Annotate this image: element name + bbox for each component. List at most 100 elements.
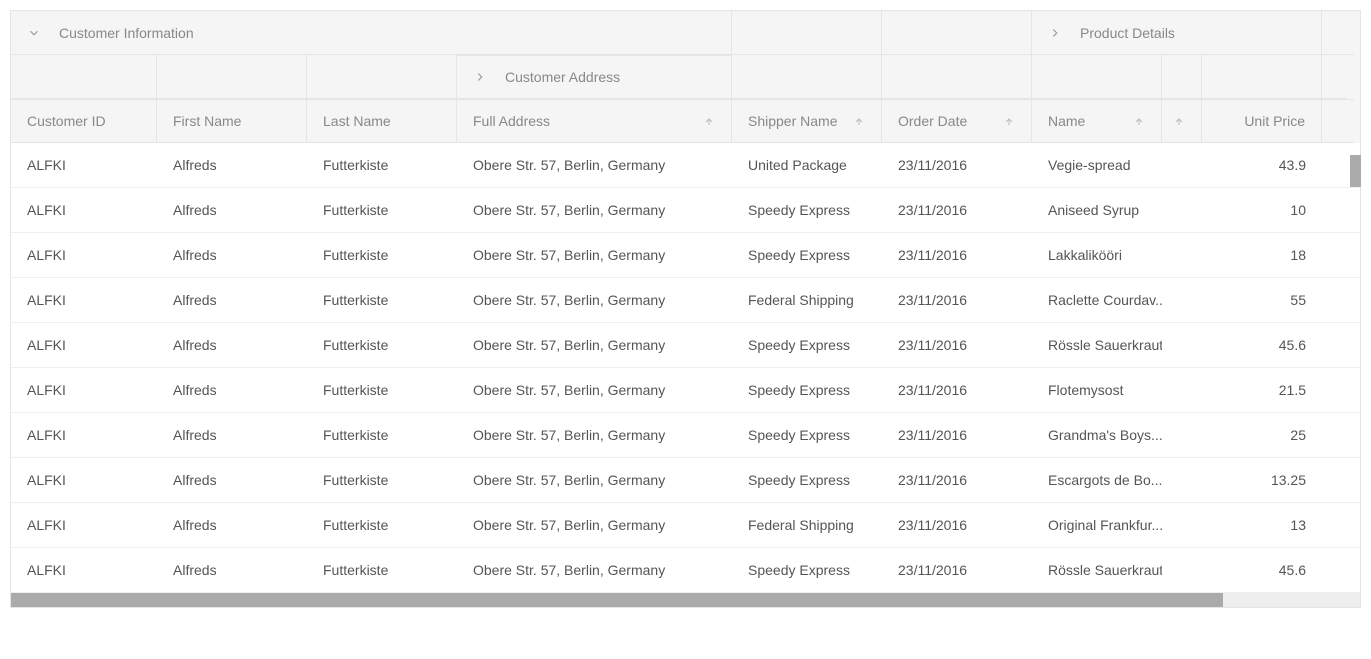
table-row[interactable]: ALFKIAlfredsFutterkisteObere Str. 57, Be… [11, 503, 1360, 548]
grid-body: ALFKIAlfredsFutterkisteObere Str. 57, Be… [11, 143, 1360, 593]
subgroup-spacer [157, 55, 307, 99]
cell-customer-id: ALFKI [11, 368, 157, 412]
cell-first-name: Alfreds [157, 188, 307, 232]
chevron-down-icon [27, 26, 41, 40]
table-row[interactable]: ALFKIAlfredsFutterkisteObere Str. 57, Be… [11, 278, 1360, 323]
cell-name: Vegie-spread [1032, 143, 1162, 187]
group-label: Customer Address [505, 69, 620, 85]
subgroup-spacer [11, 55, 157, 99]
cell-end [1322, 233, 1354, 277]
table-row[interactable]: ALFKIAlfredsFutterkisteObere Str. 57, Be… [11, 458, 1360, 503]
cell-first-name: Alfreds [157, 503, 307, 547]
cell-last-name: Futterkiste [307, 233, 457, 277]
cell-empty [1162, 233, 1202, 277]
cell-last-name: Futterkiste [307, 143, 457, 187]
cell-full-address: Obere Str. 57, Berlin, Germany [457, 188, 732, 232]
cell-unit-price: 13.25 [1202, 458, 1322, 502]
cell-unit-price: 45.6 [1202, 548, 1322, 592]
column-header-sort-only[interactable] [1162, 99, 1202, 143]
cell-last-name: Futterkiste [307, 458, 457, 502]
grid-header: Customer Information Product Details Cus [11, 11, 1360, 143]
group-header-customer-address[interactable]: Customer Address [457, 55, 732, 99]
cell-order-date: 23/11/2016 [882, 278, 1032, 322]
column-label: Full Address [473, 113, 550, 129]
cell-customer-id: ALFKI [11, 323, 157, 367]
column-header-order-date[interactable]: Order Date [882, 99, 1032, 143]
cell-order-date: 23/11/2016 [882, 233, 1032, 277]
column-header-full-address[interactable]: Full Address [457, 99, 732, 143]
cell-customer-id: ALFKI [11, 458, 157, 502]
cell-customer-id: ALFKI [11, 233, 157, 277]
cell-first-name: Alfreds [157, 458, 307, 502]
table-row[interactable]: ALFKIAlfredsFutterkisteObere Str. 57, Be… [11, 368, 1360, 413]
cell-end [1322, 458, 1354, 502]
cell-unit-price: 55 [1202, 278, 1322, 322]
column-header-first-name[interactable]: First Name [157, 99, 307, 143]
cell-shipper-name: Speedy Express [732, 458, 882, 502]
cell-first-name: Alfreds [157, 548, 307, 592]
chevron-right-icon [473, 70, 487, 84]
cell-order-date: 23/11/2016 [882, 548, 1032, 592]
cell-full-address: Obere Str. 57, Berlin, Germany [457, 143, 732, 187]
table-row[interactable]: ALFKIAlfredsFutterkisteObere Str. 57, Be… [11, 413, 1360, 458]
subgroup-spacer [307, 55, 457, 99]
cell-end [1322, 278, 1354, 322]
cell-shipper-name: United Package [732, 143, 882, 187]
column-label: Last Name [323, 113, 391, 129]
group-label: Product Details [1080, 25, 1175, 41]
column-header-customer-id[interactable]: Customer ID [11, 99, 157, 143]
horizontal-scrollbar[interactable] [11, 593, 1360, 607]
cell-end [1322, 323, 1354, 367]
column-header-name[interactable]: Name [1032, 99, 1162, 143]
cell-name: Flotemysost [1032, 368, 1162, 412]
table-row[interactable]: ALFKIAlfredsFutterkisteObere Str. 57, Be… [11, 548, 1360, 593]
cell-unit-price: 43.9 [1202, 143, 1322, 187]
cell-full-address: Obere Str. 57, Berlin, Germany [457, 323, 732, 367]
cell-empty [1162, 278, 1202, 322]
cell-name: Grandma's Boys... [1032, 413, 1162, 457]
scrollbar-track[interactable] [1223, 593, 1360, 607]
cell-full-address: Obere Str. 57, Berlin, Germany [457, 503, 732, 547]
cell-end [1322, 503, 1354, 547]
cell-full-address: Obere Str. 57, Berlin, Germany [457, 413, 732, 457]
cell-shipper-name: Speedy Express [732, 233, 882, 277]
chevron-right-icon [1048, 26, 1062, 40]
group-header-end [1322, 11, 1354, 55]
group-header-product-details[interactable]: Product Details [1032, 11, 1322, 55]
group-header-customer-information[interactable]: Customer Information [11, 11, 732, 55]
table-row[interactable]: ALFKIAlfredsFutterkisteObere Str. 57, Be… [11, 188, 1360, 233]
cell-shipper-name: Speedy Express [732, 368, 882, 412]
cell-empty [1162, 458, 1202, 502]
cell-last-name: Futterkiste [307, 503, 457, 547]
cell-order-date: 23/11/2016 [882, 458, 1032, 502]
cell-shipper-name: Federal Shipping [732, 278, 882, 322]
subgroup-spacer [1162, 55, 1202, 99]
cell-order-date: 23/11/2016 [882, 503, 1032, 547]
column-header-shipper-name[interactable]: Shipper Name [732, 99, 882, 143]
cell-customer-id: ALFKI [11, 413, 157, 457]
cell-order-date: 23/11/2016 [882, 368, 1032, 412]
cell-customer-id: ALFKI [11, 503, 157, 547]
vertical-scrollbar-thumb[interactable] [1350, 155, 1361, 187]
cell-customer-id: ALFKI [11, 278, 157, 322]
table-row[interactable]: ALFKIAlfredsFutterkisteObere Str. 57, Be… [11, 323, 1360, 368]
cell-shipper-name: Speedy Express [732, 323, 882, 367]
table-row[interactable]: ALFKIAlfredsFutterkisteObere Str. 57, Be… [11, 233, 1360, 278]
table-row[interactable]: ALFKIAlfredsFutterkisteObere Str. 57, Be… [11, 143, 1360, 188]
column-header-unit-price[interactable]: Unit Price [1202, 99, 1322, 143]
group-header-row-2: Customer Address [11, 55, 1360, 99]
cell-unit-price: 18 [1202, 233, 1322, 277]
scrollbar-thumb[interactable] [11, 593, 1223, 607]
cell-customer-id: ALFKI [11, 548, 157, 592]
cell-unit-price: 45.6 [1202, 323, 1322, 367]
cell-order-date: 23/11/2016 [882, 143, 1032, 187]
cell-empty [1162, 413, 1202, 457]
cell-empty [1162, 368, 1202, 412]
subgroup-spacer [1032, 55, 1162, 99]
sort-ascending-icon [1003, 115, 1015, 127]
cell-full-address: Obere Str. 57, Berlin, Germany [457, 368, 732, 412]
column-header-last-name[interactable]: Last Name [307, 99, 457, 143]
cell-first-name: Alfreds [157, 233, 307, 277]
subgroup-spacer [1202, 55, 1322, 99]
cell-end [1322, 413, 1354, 457]
